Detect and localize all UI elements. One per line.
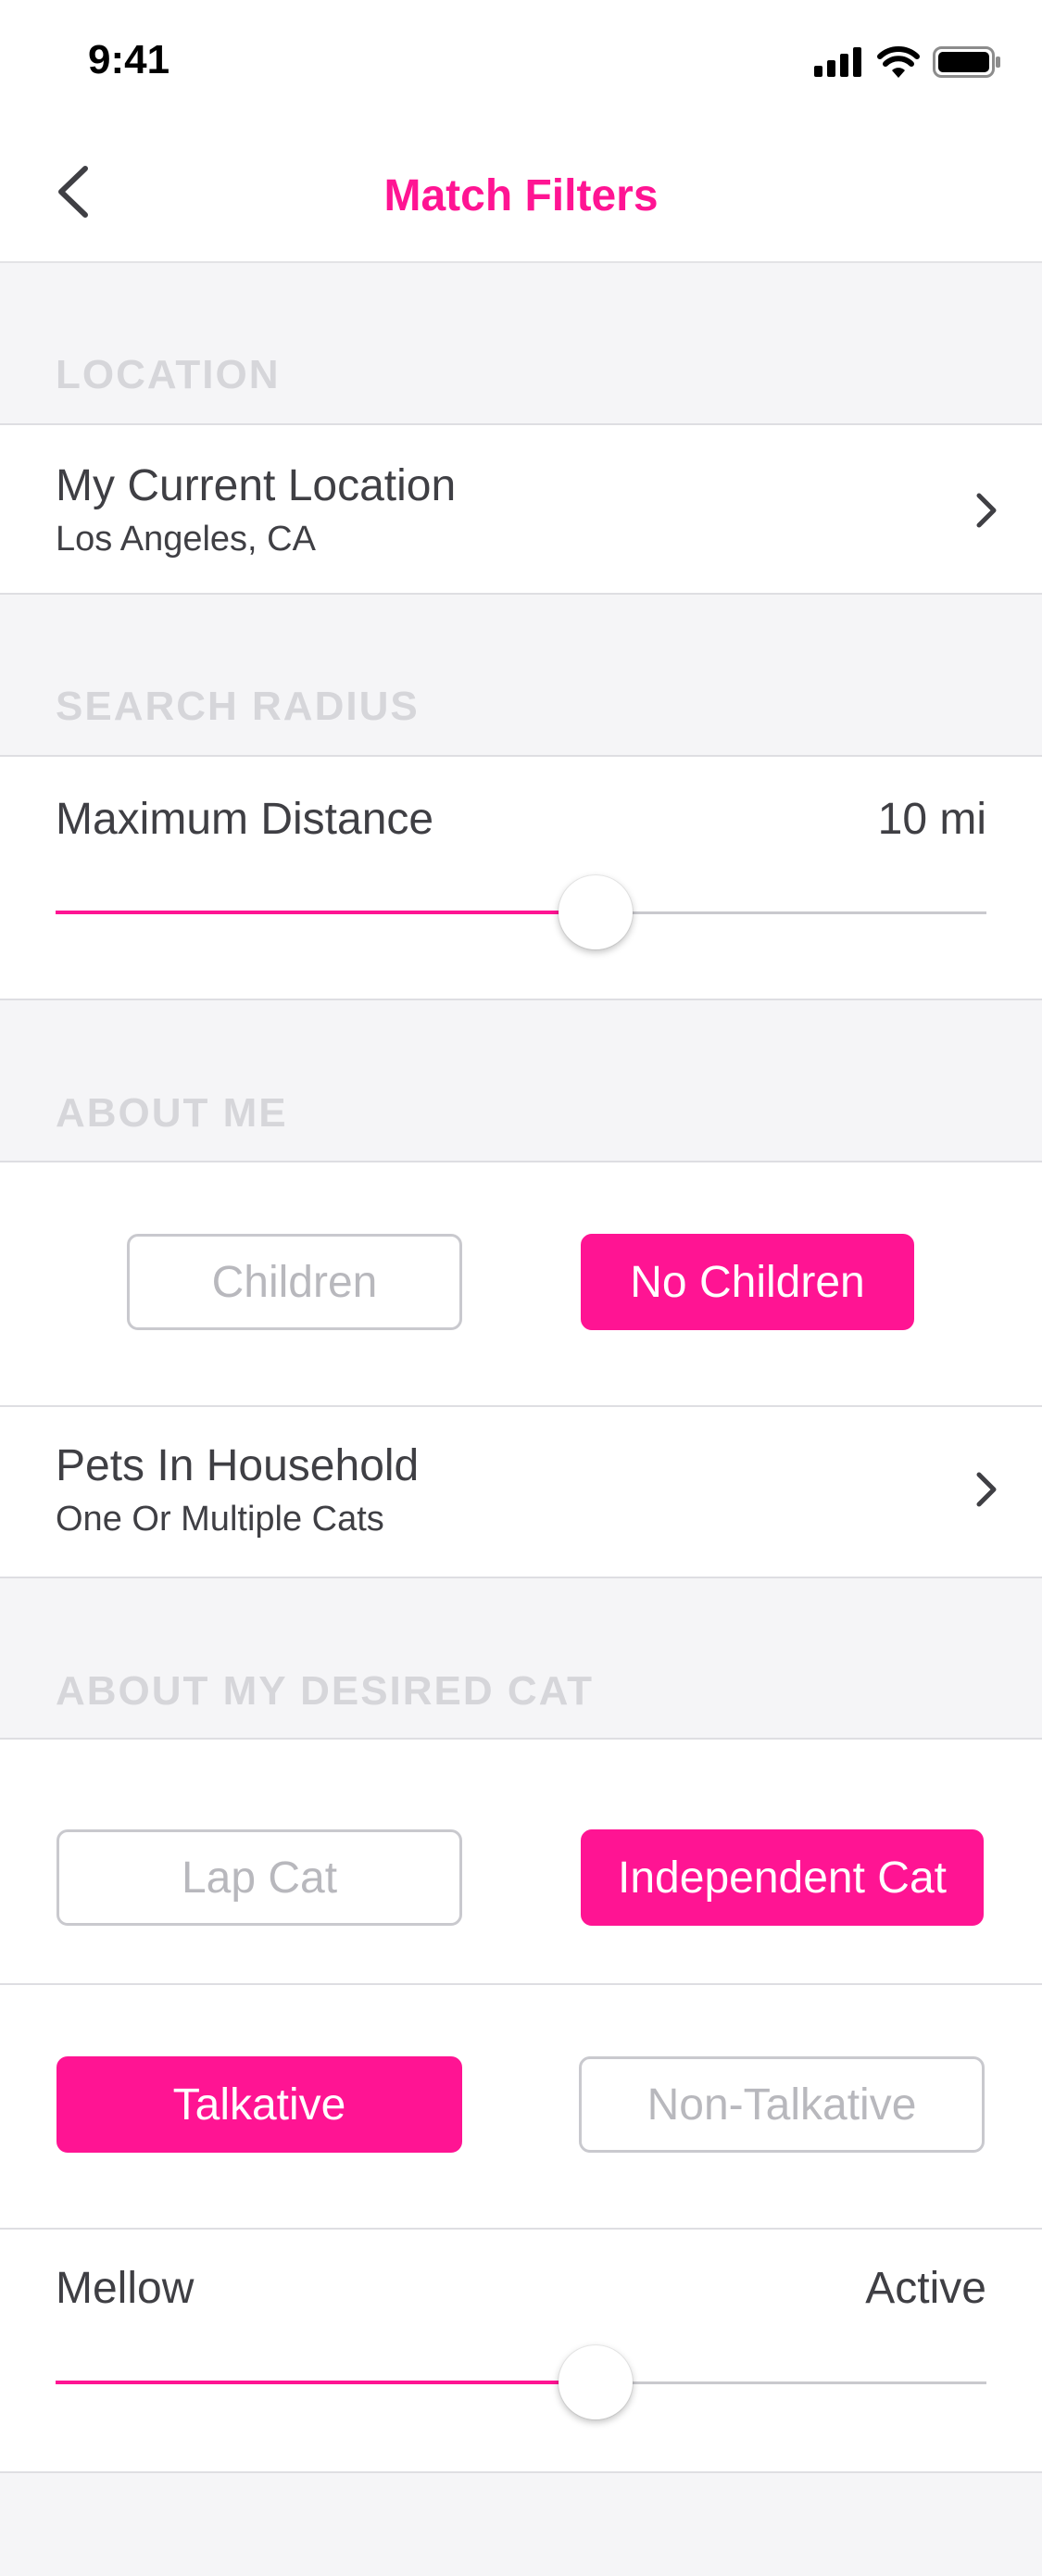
slider-thumb[interactable] (558, 2345, 633, 2419)
chevron-right-icon (976, 493, 997, 528)
status-time: 9:41 (88, 37, 170, 82)
battery-icon (933, 46, 1000, 78)
maximum-distance-label: Maximum Distance (56, 795, 434, 844)
slider-fill (56, 2381, 596, 2384)
section-header-desired-cat: ABOUT MY DESIRED CAT (56, 1668, 595, 1714)
non-talkative-toggle[interactable]: Non-Talkative (579, 2056, 985, 2153)
energy-slider[interactable] (56, 2345, 986, 2419)
desired-cat-panel: Lap Cat Independent Cat Talkative Non-Ta… (0, 1738, 1042, 2473)
section-header-location: LOCATION (56, 352, 281, 397)
location-chevron[interactable] (968, 483, 1005, 538)
chevron-right-icon (976, 1472, 997, 1507)
pets-chevron[interactable] (968, 1462, 1005, 1517)
search-radius-panel: Maximum Distance 10 mi (0, 755, 1042, 1000)
location-row[interactable]: My Current Location Los Angeles, CA (0, 423, 1042, 595)
divider (0, 1405, 1042, 1407)
wifi-icon (877, 46, 920, 78)
divider (0, 2228, 1042, 2230)
location-subtitle: Los Angeles, CA (56, 520, 316, 559)
cellular-signal-icon (814, 47, 861, 77)
no-children-toggle[interactable]: No Children (581, 1234, 914, 1330)
lap-cat-toggle[interactable]: Lap Cat (56, 1829, 462, 1926)
slider-fill (56, 911, 596, 914)
section-header-about-me: ABOUT ME (56, 1090, 288, 1136)
independent-cat-toggle[interactable]: Independent Cat (581, 1829, 984, 1926)
location-title: My Current Location (56, 461, 457, 510)
slider-thumb[interactable] (558, 875, 633, 949)
pets-in-household-title[interactable]: Pets In Household (56, 1440, 419, 1491)
section-header-search-radius: SEARCH RADIUS (56, 684, 420, 729)
navigation-bar: Match Filters (0, 122, 1042, 263)
page-title: Match Filters (383, 171, 659, 220)
distance-slider[interactable] (56, 875, 986, 949)
energy-high-label: Active (865, 2264, 986, 2313)
maximum-distance-value: 10 mi (877, 795, 986, 844)
status-bar: 9:41 (0, 0, 1042, 122)
talkative-toggle[interactable]: Talkative (56, 2056, 462, 2153)
status-icons (814, 46, 1001, 78)
pets-in-household-value: One Or Multiple Cats (56, 1500, 384, 1539)
energy-low-label: Mellow (56, 2264, 195, 2313)
about-me-panel: Children No Children Pets In Household O… (0, 1161, 1042, 1578)
divider (0, 1983, 1042, 1985)
children-toggle[interactable]: Children (127, 1234, 462, 1330)
